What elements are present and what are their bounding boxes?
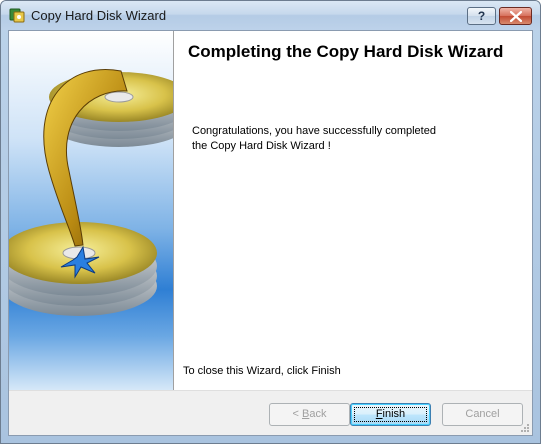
close-icon — [510, 11, 522, 22]
page-title: Completing the Copy Hard Disk Wizard — [188, 42, 504, 61]
disk-copy-app-icon — [9, 7, 25, 23]
side-panel-divider — [173, 31, 174, 390]
cancel-button[interactable]: Cancel — [442, 403, 523, 426]
resize-grip-icon[interactable] — [519, 422, 529, 432]
close-instruction: To close this Wizard, click Finish — [183, 365, 341, 377]
disk-copy-illustration-icon — [9, 69, 173, 316]
completion-message-line-2: the Copy Hard Disk Wizard ! — [192, 140, 331, 152]
wizard-side-image — [9, 31, 173, 390]
focus-ring — [354, 407, 427, 422]
help-button[interactable]: ? — [467, 7, 496, 25]
completion-message-line-1: Congratulations, you have successfully c… — [192, 125, 436, 137]
wizard-client-area: Completing the Copy Hard Disk Wizard Con… — [8, 30, 533, 436]
back-button-label: ack — [309, 408, 327, 420]
finish-button[interactable]: Finish — [350, 403, 431, 426]
title-bar[interactable]: Copy Hard Disk Wizard ? — [1, 1, 540, 30]
back-button[interactable]: < Back — [269, 403, 350, 426]
close-button[interactable] — [499, 7, 532, 25]
back-button-prefix: < — [292, 408, 302, 420]
window-title: Copy Hard Disk Wizard — [31, 8, 167, 23]
completion-message: Congratulations, you have successfully c… — [192, 124, 512, 154]
wizard-window: Copy Hard Disk Wizard ? Completing the C… — [0, 0, 541, 444]
wizard-button-bar: < Back Finish Cancel — [9, 390, 532, 435]
